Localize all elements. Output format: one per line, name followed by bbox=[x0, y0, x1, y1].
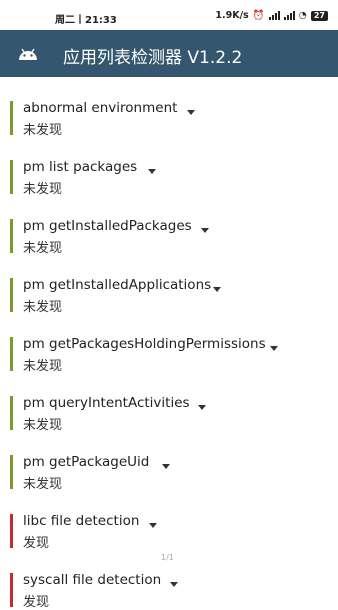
dropdown-caret-icon[interactable] bbox=[187, 110, 195, 115]
item-title: syscall file detection bbox=[23, 572, 162, 588]
item-title: pm getPackageUid bbox=[23, 454, 150, 470]
item-title: abnormal environment bbox=[23, 100, 178, 116]
item-title: pm getPackagesHoldingPermissions bbox=[23, 336, 266, 352]
item-status: 发现 bbox=[23, 595, 50, 610]
dropdown-caret-icon[interactable] bbox=[162, 464, 170, 469]
list-item[interactable]: abnormal environment 未发现 bbox=[0, 87, 338, 138]
app-bar: 应用列表检测器 V1.2.2 bbox=[0, 30, 338, 77]
signal-icon bbox=[268, 11, 280, 20]
item-status: 未发现 bbox=[23, 300, 63, 315]
signal-2-icon bbox=[283, 11, 295, 20]
dropdown-caret-icon[interactable] bbox=[170, 582, 178, 587]
list-item[interactable]: pm queryIntentActivities 未发现 bbox=[0, 382, 338, 433]
status-bar-indicator bbox=[10, 219, 13, 253]
list-item[interactable]: pm getInstalledApplications 未发现 bbox=[0, 264, 338, 315]
wifi-icon: ◔ bbox=[298, 10, 307, 21]
dropdown-caret-icon[interactable] bbox=[201, 228, 209, 233]
status-bar-indicator bbox=[10, 455, 13, 489]
status-bar-indicator bbox=[10, 514, 13, 548]
list-item[interactable]: syscall file detection 发现 bbox=[0, 559, 338, 610]
list-item[interactable]: pm getPackageUid 未发现 bbox=[0, 441, 338, 492]
list-item[interactable]: pm list packages 未发现 bbox=[0, 146, 338, 197]
item-status: 未发现 bbox=[23, 359, 63, 374]
status-indicators: 1.9K/s ⏰ ◔ 27 bbox=[215, 10, 328, 21]
dropdown-caret-icon[interactable] bbox=[198, 405, 206, 410]
item-status: 未发现 bbox=[23, 123, 63, 138]
status-bar: 周二丨21:33 1.9K/s ⏰ ◔ 27 bbox=[0, 0, 338, 30]
status-bar-indicator bbox=[10, 337, 13, 371]
item-title: libc file detection bbox=[23, 513, 140, 529]
item-title: pm getInstalledApplications bbox=[23, 277, 212, 293]
network-speed: 1.9K/s bbox=[215, 10, 249, 21]
list-item[interactable]: pm getInstalledPackages 未发现 bbox=[0, 205, 338, 256]
status-bar-indicator bbox=[10, 160, 13, 194]
item-status: 未发现 bbox=[23, 418, 63, 433]
item-title: pm getInstalledPackages bbox=[23, 218, 192, 234]
item-status: 未发现 bbox=[23, 241, 63, 256]
item-status: 未发现 bbox=[23, 182, 63, 197]
dropdown-caret-icon[interactable] bbox=[149, 523, 157, 528]
android-icon bbox=[19, 48, 37, 60]
page-title: 应用列表检测器 V1.2.2 bbox=[63, 48, 243, 68]
status-time: 周二丨21:33 bbox=[55, 15, 117, 26]
item-title: pm queryIntentActivities bbox=[23, 395, 190, 411]
item-title: pm list packages bbox=[23, 159, 138, 175]
alarm-icon: ⏰ bbox=[252, 10, 265, 21]
item-status: 未发现 bbox=[23, 477, 63, 492]
list-item[interactable]: libc file detection 发现 bbox=[0, 500, 338, 551]
status-bar-indicator bbox=[10, 573, 13, 607]
list-item[interactable]: pm getPackagesHoldingPermissions 未发现 bbox=[0, 323, 338, 374]
page-indicator: 1/1 bbox=[161, 553, 174, 562]
status-bar-indicator bbox=[10, 101, 13, 135]
status-bar-indicator bbox=[10, 278, 13, 312]
battery-icon: 27 bbox=[310, 10, 328, 21]
dropdown-caret-icon[interactable] bbox=[148, 169, 156, 174]
status-bar-indicator bbox=[10, 396, 13, 430]
dropdown-caret-icon[interactable] bbox=[213, 287, 221, 292]
item-status: 发现 bbox=[23, 536, 50, 551]
dropdown-caret-icon[interactable] bbox=[270, 346, 278, 351]
